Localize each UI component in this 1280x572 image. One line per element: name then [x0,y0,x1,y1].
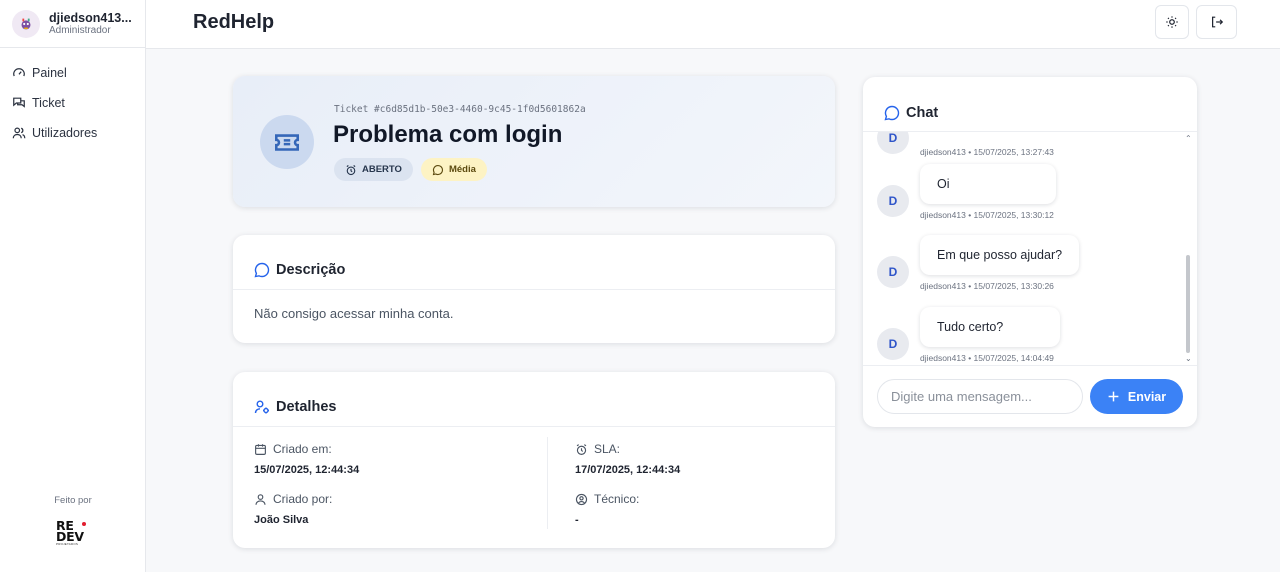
message-avatar: D [877,132,909,154]
message-meta: djiedson413 • 15/07/2025, 13:27:43 [920,147,1054,157]
priority-badge-label: Média [448,164,476,175]
plus-icon [1108,391,1119,402]
scroll-down-icon[interactable]: ⌄ [1185,355,1192,363]
ticket-header-card: Ticket #c6d85d1b-50e3-4460-9c45-1f0d5601… [233,76,835,207]
message-avatar: D [877,256,909,288]
ticket-title: Problema com login [333,121,563,148]
message-avatar: D [877,328,909,360]
description-header: Descrição [233,235,835,290]
detail-label: Técnico: [594,492,640,506]
detail-value: 15/07/2025, 12:44:34 [254,464,360,476]
send-button[interactable]: Enviar [1090,379,1183,414]
user-icon [255,493,266,505]
priority-badge: Média [420,158,487,181]
detail-label: Criado por: [273,492,333,506]
chat-header: Chat [863,77,1197,132]
status-badge: ABERTO [334,158,413,181]
chat-message: D Em que posso ajudar? djiedson413 • 15/… [877,235,1177,295]
sidebar: djiedson413... Administrador Painel Tick… [0,0,146,572]
top-header: RedHelp [146,0,1280,49]
avatar-mascot-icon [21,18,31,29]
alarm-clock-icon [346,164,356,175]
ticket-id: Ticket #c6d85d1b-50e3-4460-9c45-1f0d5601… [334,104,586,115]
chat-message: D djiedson413 • 15/07/2025, 13:27:43 [877,132,1177,161]
user-profile[interactable]: djiedson413... Administrador [0,0,145,48]
made-by-label: Feito por [54,495,92,506]
app-title: RedHelp [193,11,275,33]
details-title: Detalhes [276,399,337,415]
message-input[interactable] [877,379,1083,414]
details-divider [547,437,548,529]
message-circle-icon [884,105,900,121]
ticket-badges: ABERTO Média [334,158,487,181]
detail-value: 17/07/2025, 12:44:34 [575,464,681,476]
message-meta: djiedson413 • 15/07/2025, 13:30:12 [920,210,1054,220]
description-title: Descrição [276,262,346,278]
scroll-thumb[interactable] [1186,255,1190,353]
sidebar-nav: Painel Ticket Utilizadores [0,48,145,148]
detail-label: SLA: [594,442,621,456]
users-icon [12,127,26,139]
description-text: Não consigo acessar minha conta. [254,306,454,321]
detail-label: Criado em: [273,442,332,456]
theme-toggle-button[interactable] [1155,5,1189,39]
sidebar-item-utilizadores[interactable]: Utilizadores [0,118,145,148]
sidebar-item-painel[interactable]: Painel [0,58,145,88]
detail-technician: Técnico: - [575,492,865,526]
user-role: Administrador [49,24,111,36]
sidebar-item-label: Ticket [32,96,65,110]
message-bubble: Em que posso ajudar? [920,235,1080,275]
sidebar-item-label: Utilizadores [32,126,98,140]
message-bubble: Oi [920,164,1056,204]
message-meta: djiedson413 • 15/07/2025, 14:04:49 [920,353,1054,363]
description-card: Descrição Não consigo acessar minha cont… [233,235,835,343]
message-bubble: Tudo certo? [920,307,1060,347]
chat-composer: Enviar [863,365,1197,427]
avatar [12,9,40,38]
message-circle-icon [432,164,444,175]
ticket-icon [260,115,314,169]
user-circle-icon [575,493,588,505]
message-avatar: D [877,185,909,217]
chat-scrollbar[interactable]: ⌃ ⌄ [1185,135,1192,363]
detail-value: João Silva [254,514,309,526]
details-header: Detalhes [233,372,835,427]
detail-created-at: Criado em: 15/07/2025, 12:44:34 [254,442,544,476]
sidebar-item-label: Painel [32,66,67,80]
redev-logo: RE DEV PROJETADOS [56,519,92,548]
calendar-icon [255,443,266,455]
logout-button[interactable] [1196,5,1237,39]
message-circle-icon [254,262,270,278]
gauge-icon [13,68,25,77]
user-name: djiedson413... [49,10,132,25]
message-meta: djiedson413 • 15/07/2025, 13:30:26 [920,281,1054,291]
chat-messages[interactable]: D djiedson413 • 15/07/2025, 13:27:43 D O… [863,132,1197,365]
detail-value: - [575,514,579,526]
chat-title: Chat [906,105,939,121]
sun-icon [1166,16,1178,28]
scroll-up-icon[interactable]: ⌃ [1185,135,1192,143]
logout-icon [1211,16,1223,28]
detail-sla: SLA: 17/07/2025, 12:44:34 [575,442,865,476]
chat-message: D Oi djiedson413 • 15/07/2025, 13:30:12 [877,164,1177,224]
chat-card: Chat D djiedson413 • 15/07/2025, 13:27:4… [863,77,1197,427]
details-card: Detalhes Criado em: 15/07/2025, 12:44:34… [233,372,835,548]
send-button-label: Enviar [1127,389,1167,404]
chat-icon [13,97,25,108]
alarm-clock-icon [576,443,587,455]
user-cog-icon [254,400,269,414]
status-badge-label: ABERTO [362,164,402,175]
sidebar-item-ticket[interactable]: Ticket [0,88,145,118]
chat-message: D Tudo certo? djiedson413 • 15/07/2025, … [877,307,1177,365]
detail-created-by: Criado por: João Silva [254,492,544,526]
